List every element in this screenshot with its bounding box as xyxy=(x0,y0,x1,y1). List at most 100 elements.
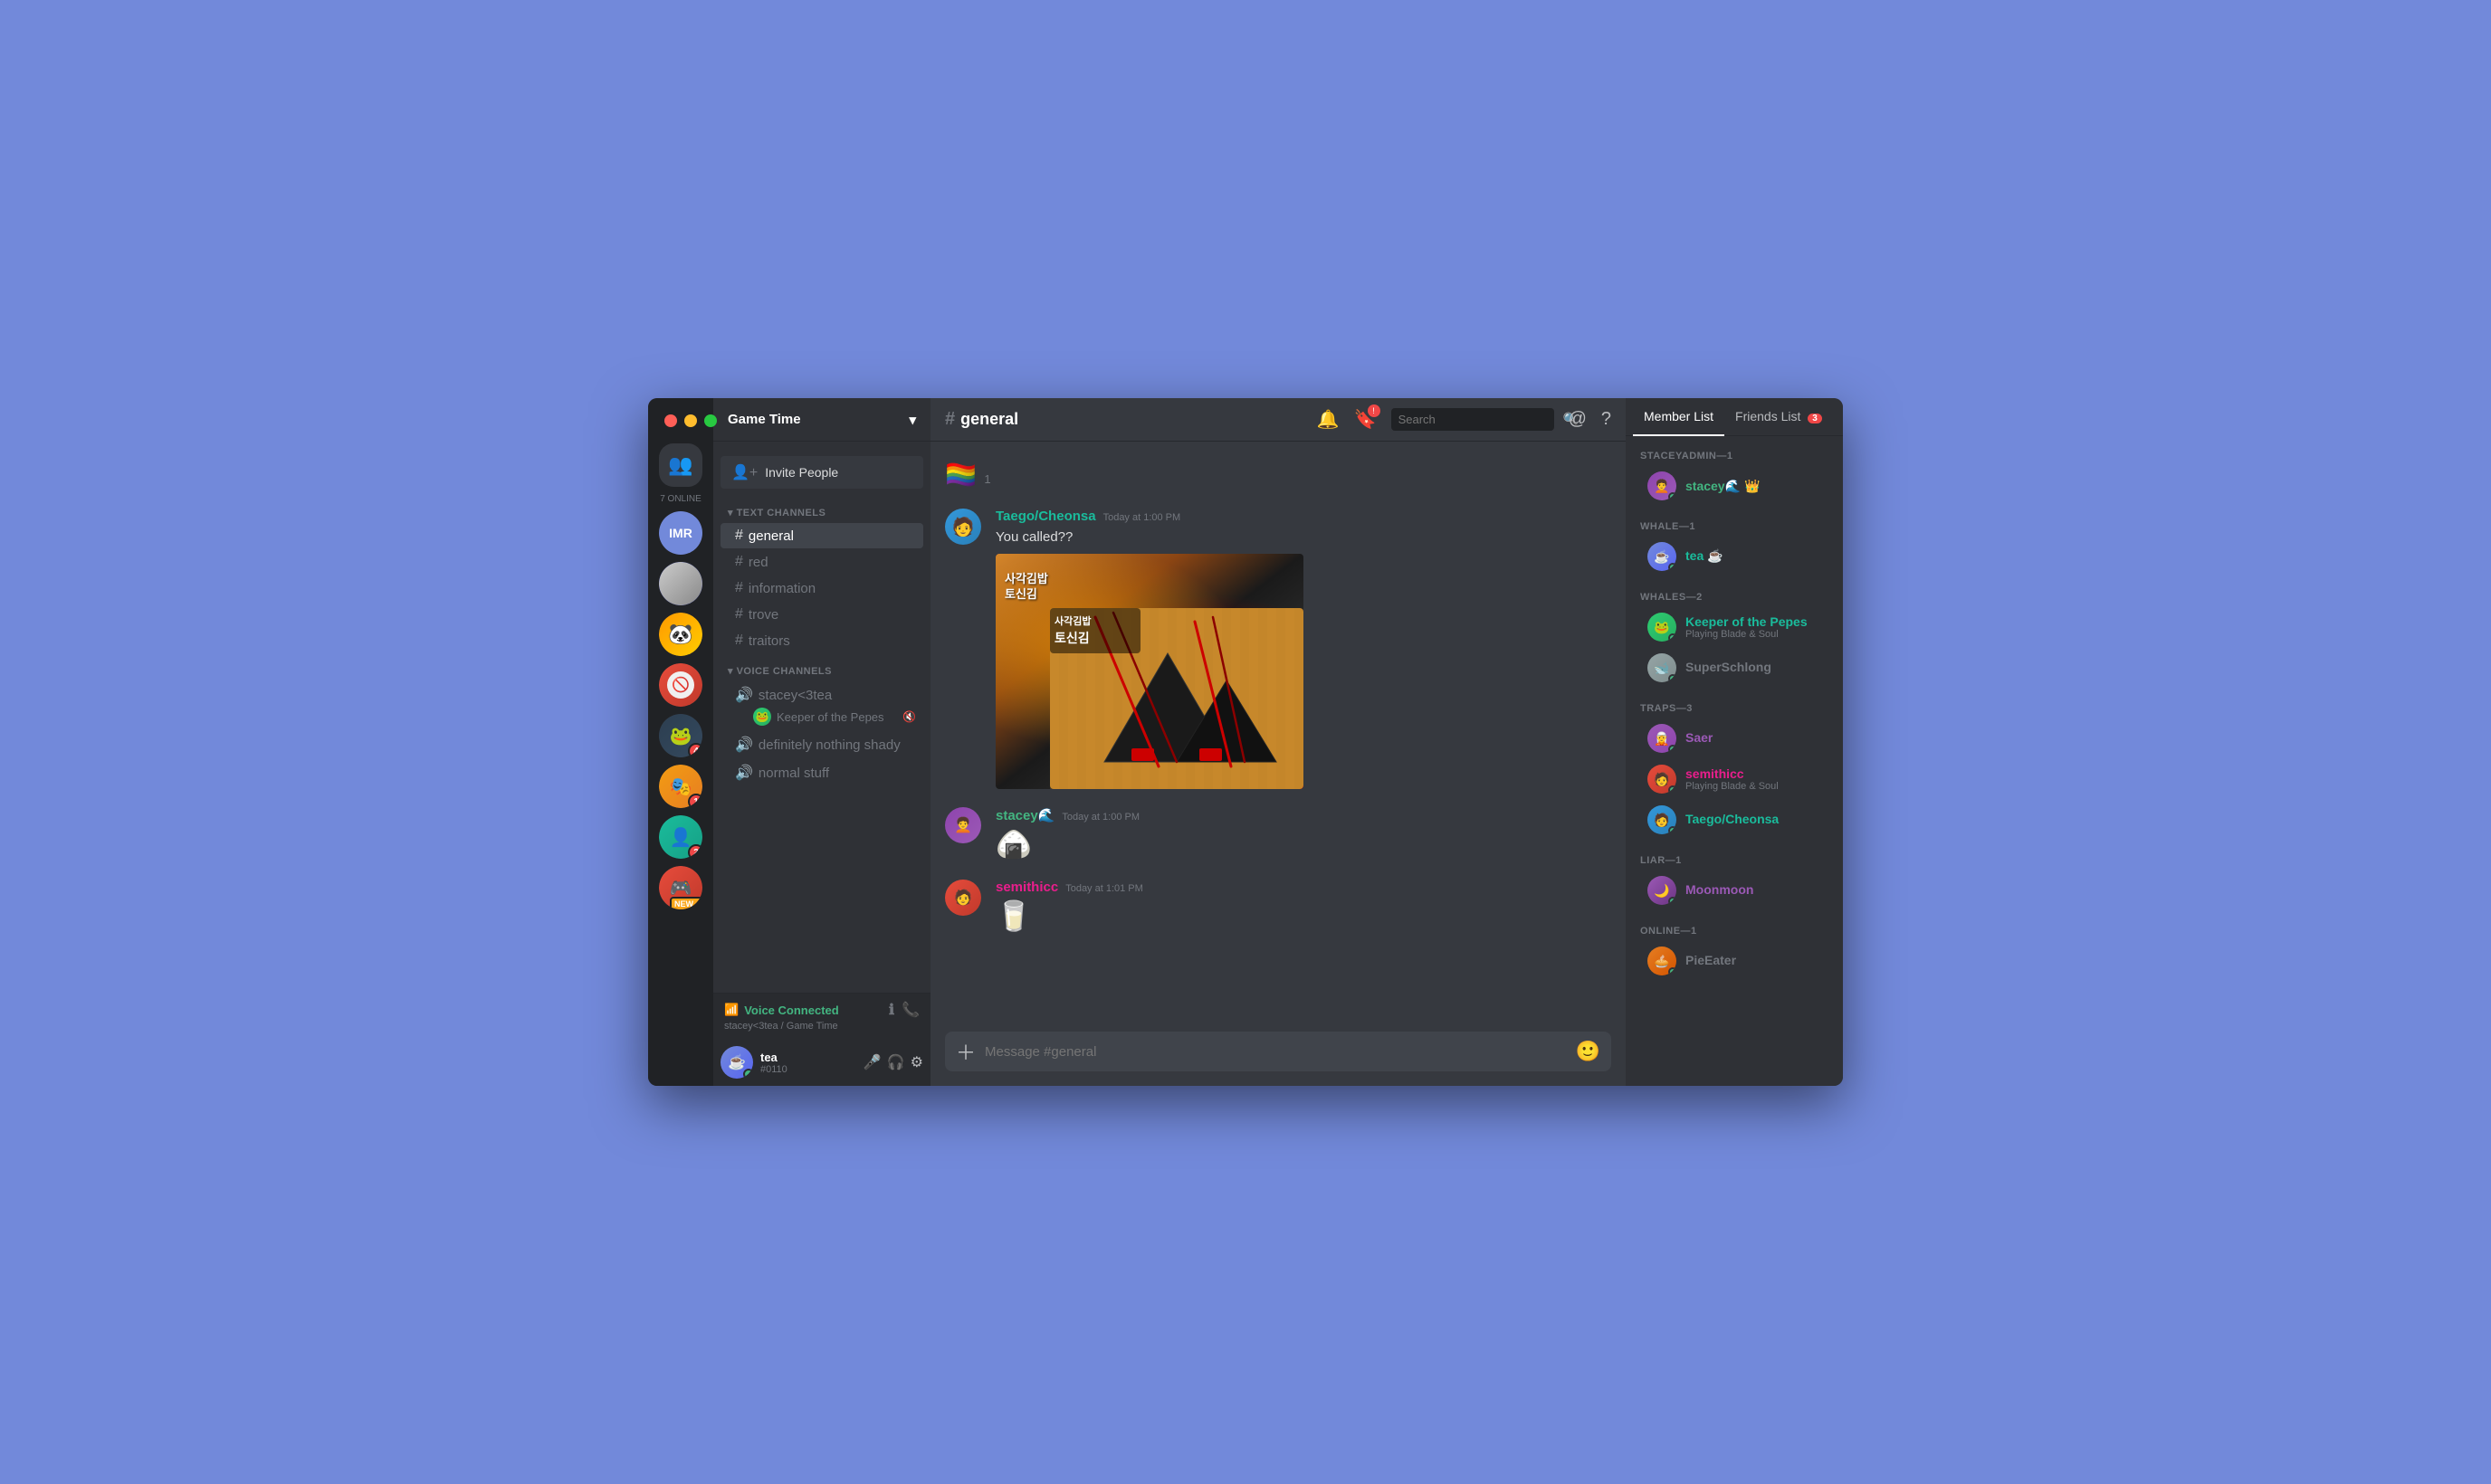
server-avatar-4[interactable]: 🐸 4 xyxy=(659,714,702,757)
invite-people-button[interactable]: 👤+ Invite People xyxy=(721,456,923,489)
server-name-bar[interactable]: Game Time ▾ xyxy=(713,398,931,442)
add-attachment-button[interactable]: ＋ xyxy=(956,1037,976,1066)
badge-6: 2 xyxy=(688,844,702,859)
server-avatar-5[interactable]: 🎭 1 xyxy=(659,765,702,808)
member-taego[interactable]: 🧑 Taego/Cheonsa xyxy=(1633,800,1836,840)
keeper-game: Playing Blade & Soul xyxy=(1685,629,1828,640)
semithicc-game: Playing Blade & Soul xyxy=(1685,781,1828,792)
voice-channel-shady[interactable]: 🔊 definitely nothing shady xyxy=(721,731,923,758)
taego-timestamp: Today at 1:00 PM xyxy=(1103,512,1181,523)
server-imr[interactable]: IMR xyxy=(659,511,702,555)
stacey-timestamp: Today at 1:00 PM xyxy=(1062,812,1140,823)
pieeater-name: PieEater xyxy=(1685,953,1736,967)
stacey-member-info: stacey🌊 👑 xyxy=(1685,479,1828,494)
at-icon[interactable]: @ xyxy=(1569,409,1587,430)
server-avatar-7[interactable]: 🎮 NEW ↓ xyxy=(659,866,702,909)
member-stacey[interactable]: 🧑‍🦱 stacey🌊 👑 xyxy=(1633,466,1836,506)
hash-icon: # xyxy=(735,580,743,596)
semithicc-member-info: semithicc Playing Blade & Soul xyxy=(1685,766,1828,792)
bell-icon[interactable]: 🔔 xyxy=(1317,408,1340,431)
voice-channels-header[interactable]: ▾ Voice Channels xyxy=(713,654,931,680)
user-avatar: ☕ xyxy=(721,1046,753,1079)
voice-channel-name-shady: definitely nothing shady xyxy=(759,737,901,753)
tab-friends-list[interactable]: Friends List 3 xyxy=(1724,398,1833,436)
muted-icon: 🔇 xyxy=(902,710,916,723)
server-avatar-6[interactable]: 👤 2 xyxy=(659,815,702,859)
server-avatar-3[interactable]: 🚫 xyxy=(659,663,702,707)
svg-text:사각김밥: 사각김밥 xyxy=(1055,614,1091,627)
channel-hash-icon: # xyxy=(945,409,955,430)
speaker-icon: 🔊 xyxy=(735,686,753,704)
moonmoon-status xyxy=(1668,897,1676,905)
channel-red[interactable]: # red xyxy=(721,549,923,575)
stacey-name: stacey🌊 xyxy=(996,807,1055,823)
help-icon[interactable]: ? xyxy=(1601,409,1611,430)
bookmark-icon[interactable]: 🔖 ! xyxy=(1354,408,1377,431)
section-whales2: WHALES—2 xyxy=(1626,577,1843,606)
channel-traitors[interactable]: # traitors xyxy=(721,628,923,653)
taego-text: You called?? xyxy=(996,528,1611,547)
voice-location: stacey<3tea / Game Time xyxy=(724,1021,920,1032)
text-channels-header[interactable]: ▾ Text Channels xyxy=(713,496,931,522)
people-icon: 👥 xyxy=(668,453,692,477)
invite-label: Invite People xyxy=(765,465,838,480)
moonmoon-name: Moonmoon xyxy=(1685,882,1753,897)
voice-channel-name-stacey: stacey<3tea xyxy=(759,688,832,703)
vc-info-button[interactable]: ℹ xyxy=(889,1001,894,1019)
dm-button[interactable]: 👥 xyxy=(659,443,702,487)
superschlong-avatar: 🐋 xyxy=(1647,653,1676,682)
top-emoji: 🏳️‍🌈 xyxy=(945,461,977,489)
deafen-button[interactable]: 🎧 xyxy=(887,1053,905,1071)
emoji-picker-button[interactable]: 🙂 xyxy=(1576,1040,1600,1063)
tab-member-list[interactable]: Member List xyxy=(1633,398,1724,436)
saer-info: Saer xyxy=(1685,730,1828,747)
voice-user-keeper: 🐸 Keeper of the Pepes 🔇 xyxy=(735,704,916,726)
server-avatar-1[interactable] xyxy=(659,562,702,605)
member-keeper[interactable]: 🐸 Keeper of the Pepes Playing Blade & So… xyxy=(1633,607,1836,647)
settings-button[interactable]: ⚙ xyxy=(911,1053,923,1071)
vc-phone-button[interactable]: 📞 xyxy=(902,1001,920,1019)
channel-name-information: information xyxy=(749,581,816,596)
saer-status xyxy=(1668,745,1676,753)
taego-member-name: Taego/Cheonsa xyxy=(1685,812,1779,826)
username: tea xyxy=(760,1051,856,1064)
pieeater-avatar: 🥧 xyxy=(1647,947,1676,975)
member-semithicc[interactable]: 🧑 semithicc Playing Blade & Soul xyxy=(1633,759,1836,799)
traffic-light-yellow[interactable] xyxy=(684,414,697,427)
user-discriminator: #0110 xyxy=(760,1064,856,1075)
channel-trove[interactable]: # trove xyxy=(721,602,923,627)
member-list-tabs: Member List Friends List 3 xyxy=(1626,398,1843,436)
member-tea[interactable]: ☕ tea ☕ xyxy=(1633,537,1836,576)
semithicc-avatar: 🧑 xyxy=(945,880,981,916)
search-input[interactable] xyxy=(1398,413,1558,426)
member-saer[interactable]: 🧝 Saer xyxy=(1633,718,1836,758)
semithicc-name: semithicc xyxy=(996,880,1058,895)
moonmoon-info: Moonmoon xyxy=(1685,882,1828,899)
user-status-dot xyxy=(743,1069,753,1079)
search-bar[interactable]: 🔍 xyxy=(1391,408,1554,431)
member-moonmoon[interactable]: 🌙 Moonmoon xyxy=(1633,870,1836,910)
voice-channel-normal[interactable]: 🔊 normal stuff xyxy=(721,759,923,786)
member-superschlong[interactable]: 🐋 SuperSchlong xyxy=(1633,648,1836,688)
message-input-bar: ＋ 🙂 xyxy=(945,1032,1611,1071)
message-input[interactable] xyxy=(985,1044,1567,1060)
mute-button[interactable]: 🎤 xyxy=(864,1053,882,1071)
superschlong-name: SuperSchlong xyxy=(1685,660,1771,674)
member-pieeater[interactable]: 🥧 PieEater xyxy=(1633,941,1836,981)
badge-4: 4 xyxy=(688,743,702,757)
hash-icon: # xyxy=(735,528,743,544)
traffic-light-green[interactable] xyxy=(704,414,717,427)
channel-information[interactable]: # information xyxy=(721,576,923,601)
message-semithicc: 🧑 semithicc Today at 1:01 PM 🥛 xyxy=(945,872,1611,940)
voice-connected-bar: 📶 Voice Connected ℹ 📞 stacey<3tea / Game… xyxy=(713,993,931,1039)
server-avatar-2[interactable]: 🐼 xyxy=(659,613,702,656)
traffic-light-red[interactable] xyxy=(664,414,677,427)
keeper-status xyxy=(1668,633,1676,642)
stacey-emoji: 🍙 xyxy=(996,827,1611,861)
voice-channel-stacey[interactable]: 🔊 stacey<3tea 🐸 Keeper of the Pepes 🔇 xyxy=(721,681,923,730)
bookmark-badge: ! xyxy=(1368,404,1380,417)
taego-member-avatar: 🧑 xyxy=(1647,805,1676,834)
channel-general[interactable]: # general xyxy=(721,523,923,548)
voice-connected-label: Voice Connected xyxy=(744,1004,839,1017)
taego-avatar: 🧑 xyxy=(945,509,981,545)
